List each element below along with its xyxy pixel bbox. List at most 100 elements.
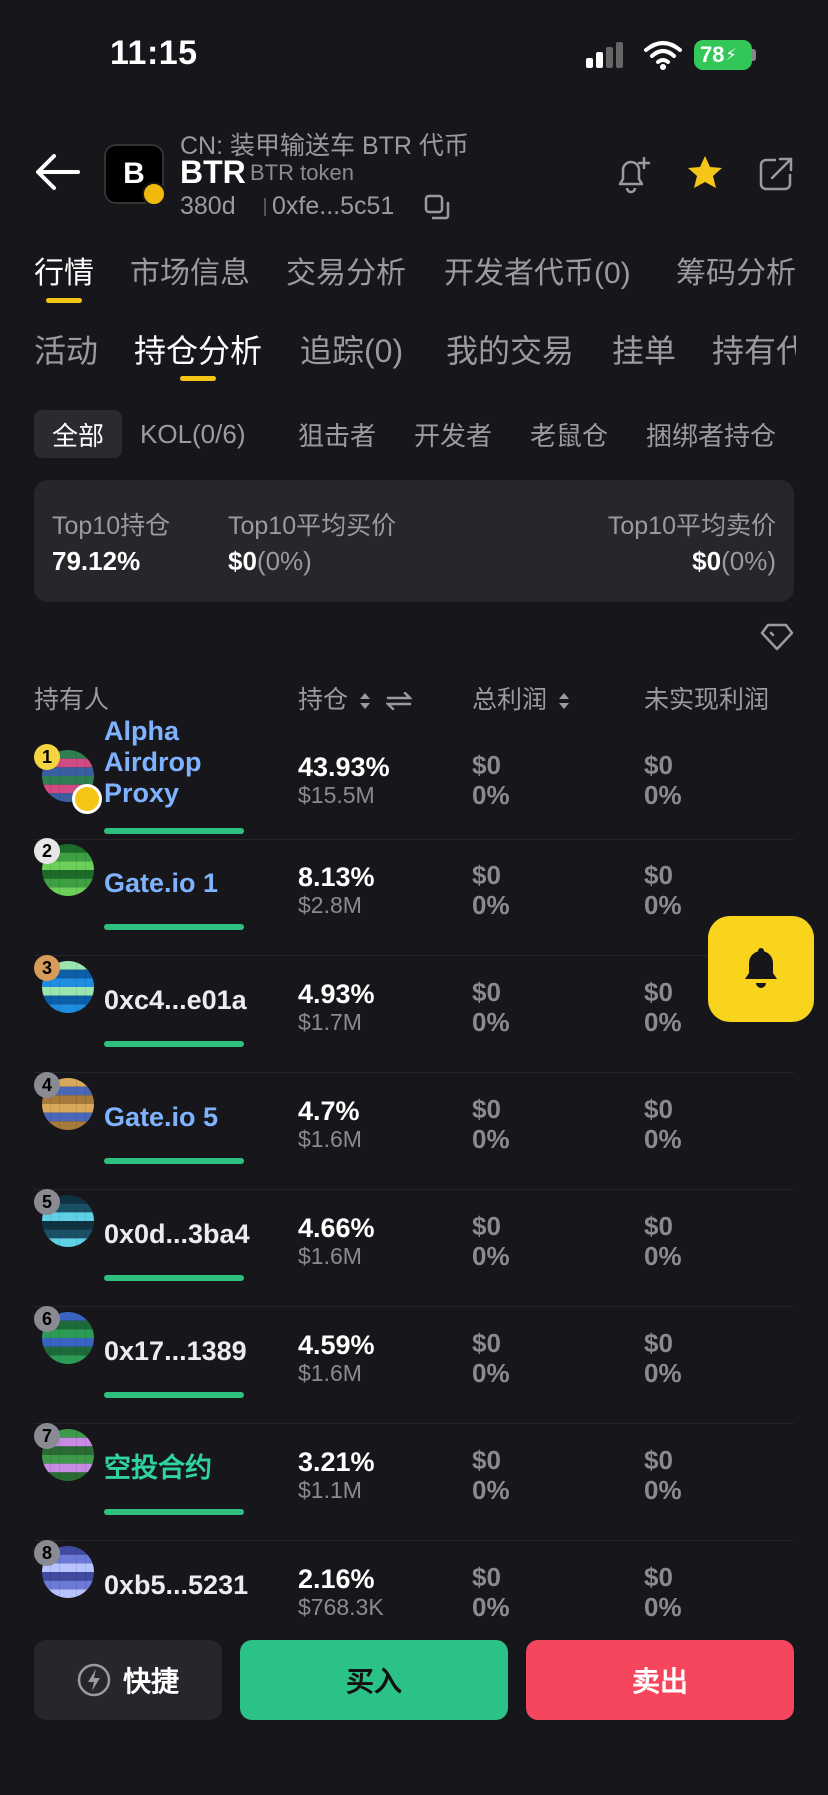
unrealized-pnl: $0 [644,1211,673,1241]
price-alert-icon[interactable] [614,154,652,194]
quick-trade-button[interactable]: 快捷 [34,1640,222,1720]
rank-number: 6 [41,1308,52,1329]
holder-name[interactable]: Gate.io 1 [104,868,218,899]
avg-sell-label: Top10平均卖价 [607,512,776,540]
rank-badge: 4 [34,1072,60,1098]
rank-number: 1 [41,746,52,767]
tab-holder-analysis[interactable]: 持仓分析 [134,326,262,372]
tab-chip-analysis[interactable]: 筹码分析 [676,248,796,292]
holder-row[interactable]: 4 Gate.io 5 4.7% $1.6M $0 0% $0 0% [34,1072,794,1190]
holder-name-line: Alpha [104,716,180,746]
filter-insiders[interactable]: 老鼠仓 [530,410,608,458]
tab-orders[interactable]: 挂单 [612,326,676,372]
share-icon[interactable] [758,156,794,192]
column-holder: 持有人 [34,686,110,714]
alert-fab[interactable] [708,916,814,1022]
sell-button[interactable]: 卖出 [526,1640,794,1720]
holder-row[interactable]: 1 Alpha Airdrop Proxy 43.93% $15.5M $0 0% … [34,716,794,840]
holder-name[interactable]: 0x0d...3ba4 [104,1219,250,1250]
cellular-signal-icon [586,42,628,68]
holder-name[interactable]: 0xb5...5231 [104,1570,248,1601]
holding-bar [104,1041,244,1047]
holder-name-line: Airdrop [104,747,202,777]
tab-my-trades[interactable]: 我的交易 [446,326,574,372]
total-pnl: $0 [472,1562,501,1592]
tab-dev-tokens[interactable]: 开发者代币(0) [444,248,631,292]
filter-snipers[interactable]: 狙击者 [298,410,376,458]
rank-badge: 5 [34,1189,60,1215]
unrealized-pnl: $0 [644,860,673,890]
holding-percent: 4.66% [298,1213,375,1243]
total-pnl-pct: 0% [472,890,510,920]
copy-icon[interactable] [424,194,450,220]
holder-row[interactable]: 3 0xc4...e01a 4.93% $1.7M $0 0% $0 0% [34,955,794,1073]
unrealized-pnl-pct: 0% [644,1007,682,1037]
total-pnl-pct: 0% [472,1475,510,1505]
subtab-active-indicator [180,376,216,381]
total-pnl-pct: 0% [472,1241,510,1271]
holder-row[interactable]: 6 0x17...1389 4.59% $1.6M $0 0% $0 0% [34,1306,794,1424]
avg-buy-label: Top10平均买价 [228,512,397,540]
holding-percent: 2.16% [298,1564,375,1594]
tab-tracking[interactable]: 追踪(0) [300,326,403,372]
unrealized-pnl-pct: 0% [644,780,682,810]
tab-active-indicator [46,298,82,303]
avg-sell: $0(0%) [692,546,776,577]
holder-row[interactable]: 7 空投合约 3.21% $1.1M $0 0% $0 0% [34,1423,794,1541]
holder-row[interactable]: 8 0xb5...5231 2.16% $768.3K $0 0% $0 0% [34,1540,794,1628]
holding-bar [104,924,244,930]
holder-name-text: Gate.io 1 [104,868,219,898]
unrealized-pnl: $0 [644,1562,673,1592]
column-total-pnl-label: 总利润 [472,686,548,714]
holding-value: $1.7M [298,1009,362,1035]
wifi-icon [644,41,682,70]
unrealized-pnl: $0 [644,750,673,780]
holder-name[interactable]: 0xc4...e01a [104,985,247,1016]
unrealized-pnl-pct: 0% [644,890,682,920]
column-total-pnl[interactable]: 总利润 [472,680,570,716]
holder-name-text: 0xc4...e01a [104,985,247,1015]
buy-button[interactable]: 买入 [240,1640,508,1720]
top10-hold-label: Top10持仓 [52,512,171,540]
column-position[interactable]: 持仓 [298,680,412,716]
token-symbol: BTR [180,154,246,190]
rank-number: 5 [41,1191,52,1212]
total-pnl-pct: 0% [472,1592,510,1622]
holder-name[interactable]: Alpha Airdrop Proxy [104,716,202,809]
total-pnl-pct: 0% [472,1358,510,1388]
tab-trade-analysis[interactable]: 交易分析 [286,248,406,292]
holder-name-text: 空投合约 [104,1453,212,1483]
favorite-star-icon[interactable] [686,154,724,192]
kol-star-badge [72,784,102,814]
bell-icon [745,948,777,988]
swap-icon[interactable] [385,692,412,711]
filter-bundlers[interactable]: 捆绑者持仓 [646,410,776,458]
filter-developers[interactable]: 开发者 [414,410,492,458]
holder-row[interactable]: 5 0x0d...3ba4 4.66% $1.6M $0 0% $0 0% [34,1189,794,1307]
filter-all[interactable]: 全部 [34,410,123,458]
holder-name[interactable]: 0x17...1389 [104,1336,247,1367]
token-logo-letter: B [123,157,145,190]
tab-market-info[interactable]: 市场信息 [130,248,250,292]
tab-activity[interactable]: 活动 [34,326,98,372]
token-age: 380d [180,192,236,220]
holder-row[interactable]: 2 Gate.io 1 8.13% $2.8M $0 0% $0 0% [34,838,794,956]
tab-holders[interactable]: 持有代 [712,326,796,372]
holding-percent: 4.93% [298,979,375,1009]
filter-kol[interactable]: KOL(0/6) [140,410,246,458]
sort-icon[interactable] [558,692,570,710]
tab-market[interactable]: 行情 [34,248,94,292]
rank-number: 4 [41,1074,52,1095]
total-pnl: $0 [472,977,501,1007]
total-pnl-pct: 0% [472,1124,510,1154]
top10-hold-value: 79.12% [52,546,141,576]
total-pnl: $0 [472,1445,501,1475]
charging-icon: ⚡ [725,47,737,64]
back-arrow-icon[interactable] [34,152,80,192]
holder-name[interactable]: 空投合约 [104,1453,212,1484]
holder-name[interactable]: Gate.io 5 [104,1102,218,1133]
unrealized-pnl-pct: 0% [644,1592,682,1622]
token-address[interactable]: 0xfe...5c51 [272,192,394,221]
diamond-icon[interactable] [760,622,794,652]
sort-icon[interactable] [359,692,371,710]
